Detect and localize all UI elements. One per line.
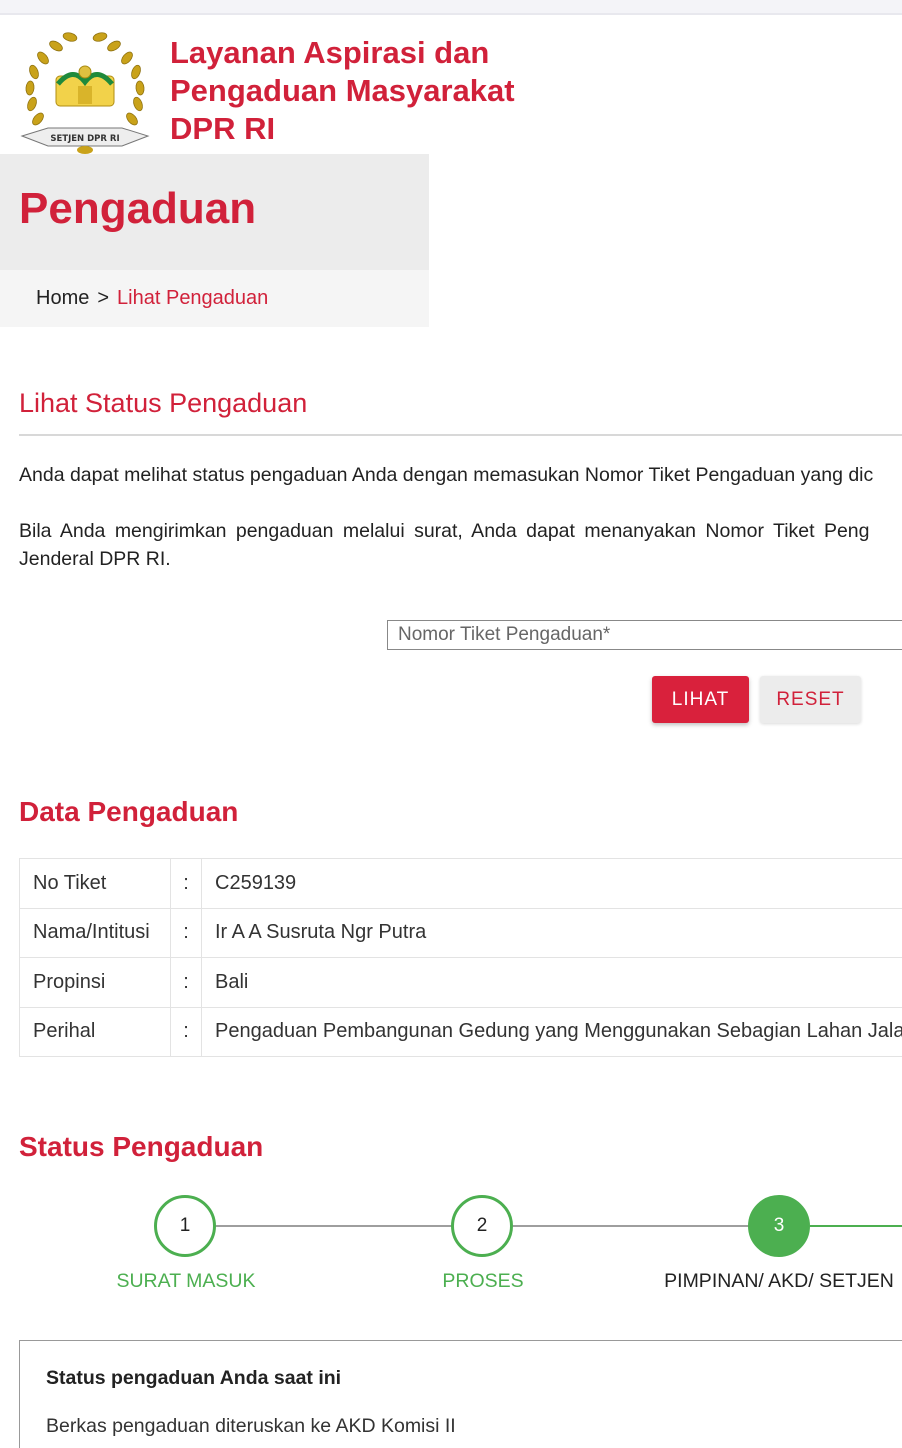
row-key-no-tiket: No Tiket <box>19 858 171 909</box>
dpr-emblem-logo[interactable]: SETJEN DPR RI <box>18 24 152 156</box>
step-1-label: SURAT MASUK <box>116 1270 256 1292</box>
row-colon: : <box>170 907 202 958</box>
site-title-line-2: Pengaduan Masyarakat <box>170 73 515 108</box>
breadcrumb-separator: > <box>97 287 110 309</box>
browser-top-bar <box>0 0 902 15</box>
logo-ribbon-text: SETJEN DPR RI <box>50 134 119 144</box>
row-value-propinsi: Bali <box>201 957 902 1008</box>
breadcrumb-home-link[interactable]: Home <box>36 287 89 309</box>
step-2-circle: 2 <box>451 1195 513 1257</box>
site-title-line-3: DPR RI <box>170 111 276 146</box>
table-row: Perihal : Pengaduan Pembangunan Gedung y… <box>19 1006 902 1057</box>
section-divider <box>19 434 902 436</box>
data-pengaduan-title: Data Pengaduan <box>19 796 239 827</box>
current-status-box: Status pengaduan Anda saat ini Berkas pe… <box>19 1340 902 1448</box>
instruction-paragraph-1: Anda dapat melihat status pengaduan Anda… <box>19 464 874 486</box>
breadcrumb-current[interactable]: Lihat Pengaduan <box>117 287 268 309</box>
row-value-perihal: Pengaduan Pembangunan Gedung yang Menggu… <box>201 1006 902 1057</box>
step-connector-3-next <box>810 1225 902 1227</box>
ticket-number-input[interactable] <box>387 620 902 650</box>
step-connector-2-3 <box>513 1225 749 1227</box>
step-2-label: PROSES <box>442 1270 524 1292</box>
row-value-no-tiket: C259139 <box>201 858 902 909</box>
row-colon: : <box>170 1006 202 1057</box>
table-row: Nama/Intitusi : Ir A A Susruta Ngr Putra <box>19 907 902 958</box>
reset-button[interactable]: RESET <box>760 676 861 723</box>
current-status-title: Status pengaduan Anda saat ini <box>46 1367 342 1389</box>
row-value-nama: Ir A A Susruta Ngr Putra <box>201 907 902 958</box>
instruction-paragraph-2: Bila Anda mengirimkan pengaduan melalui … <box>19 517 902 573</box>
status-pengaduan-title: Status Pengaduan <box>19 1131 264 1162</box>
step-3-label: PIMPINAN/ AKD/ SETJEN <box>664 1270 894 1292</box>
table-row: Propinsi : Bali <box>19 957 902 1008</box>
page-title: Pengaduan <box>19 184 257 233</box>
step-1-circle: 1 <box>154 1195 216 1257</box>
row-colon: : <box>170 957 202 1008</box>
breadcrumb: Home > Lihat Pengaduan <box>0 270 429 327</box>
step-connector-1-2 <box>216 1225 452 1227</box>
step-3-circle: 3 <box>748 1195 810 1257</box>
section-title-lihat-status: Lihat Status Pengaduan <box>19 388 308 418</box>
site-title-line-1: Layanan Aspirasi dan <box>170 35 490 70</box>
row-key-nama: Nama/Intitusi <box>19 907 171 958</box>
status-stepper: 1 2 3 SURAT MASUK PROSES PIMPINAN/ AKD/ … <box>0 1190 902 1300</box>
page-header-banner: Pengaduan <box>0 154 429 270</box>
current-status-text: Berkas pengaduan diteruskan ke AKD Komis… <box>46 1415 456 1437</box>
row-key-propinsi: Propinsi <box>19 957 171 1008</box>
site-title[interactable]: Layanan Aspirasi dan Pengaduan Masyaraka… <box>170 34 515 148</box>
instruction-paragraph-2-line-1: Bila Anda mengirimkan pengaduan melalui … <box>19 520 870 542</box>
row-colon: : <box>170 858 202 909</box>
row-key-perihal: Perihal <box>19 1006 171 1057</box>
table-row: No Tiket : C259139 <box>19 858 902 909</box>
complaint-data-table: No Tiket : C259139 Nama/Intitusi : Ir A … <box>19 858 902 1057</box>
instruction-paragraph-2-line-2: Jenderal DPR RI. <box>19 548 171 570</box>
lihat-button[interactable]: LIHAT <box>652 676 749 723</box>
